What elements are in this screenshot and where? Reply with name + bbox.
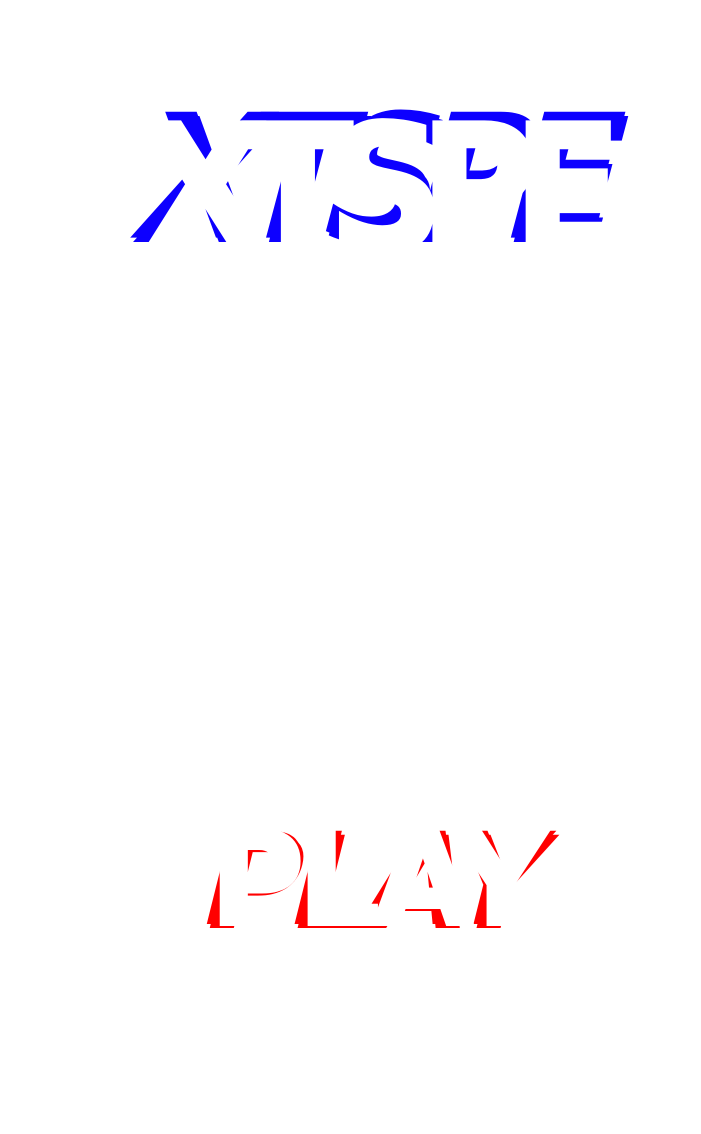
title-screen: XTSPE XTSPE XTSPE PLAY PLAY PLAY [0,0,701,1134]
game-title-logo: XTSPE XTSPE XTSPE [116,79,639,292]
play-button-label: PLAY [210,806,548,955]
game-title-face: XTSPE [144,89,611,290]
play-button[interactable]: PLAY PLAY PLAY [187,804,566,959]
game-title: XTSPE XTSPE XTSPE [112,79,639,292]
play-button-graphic: PLAY PLAY PLAY [187,804,566,959]
